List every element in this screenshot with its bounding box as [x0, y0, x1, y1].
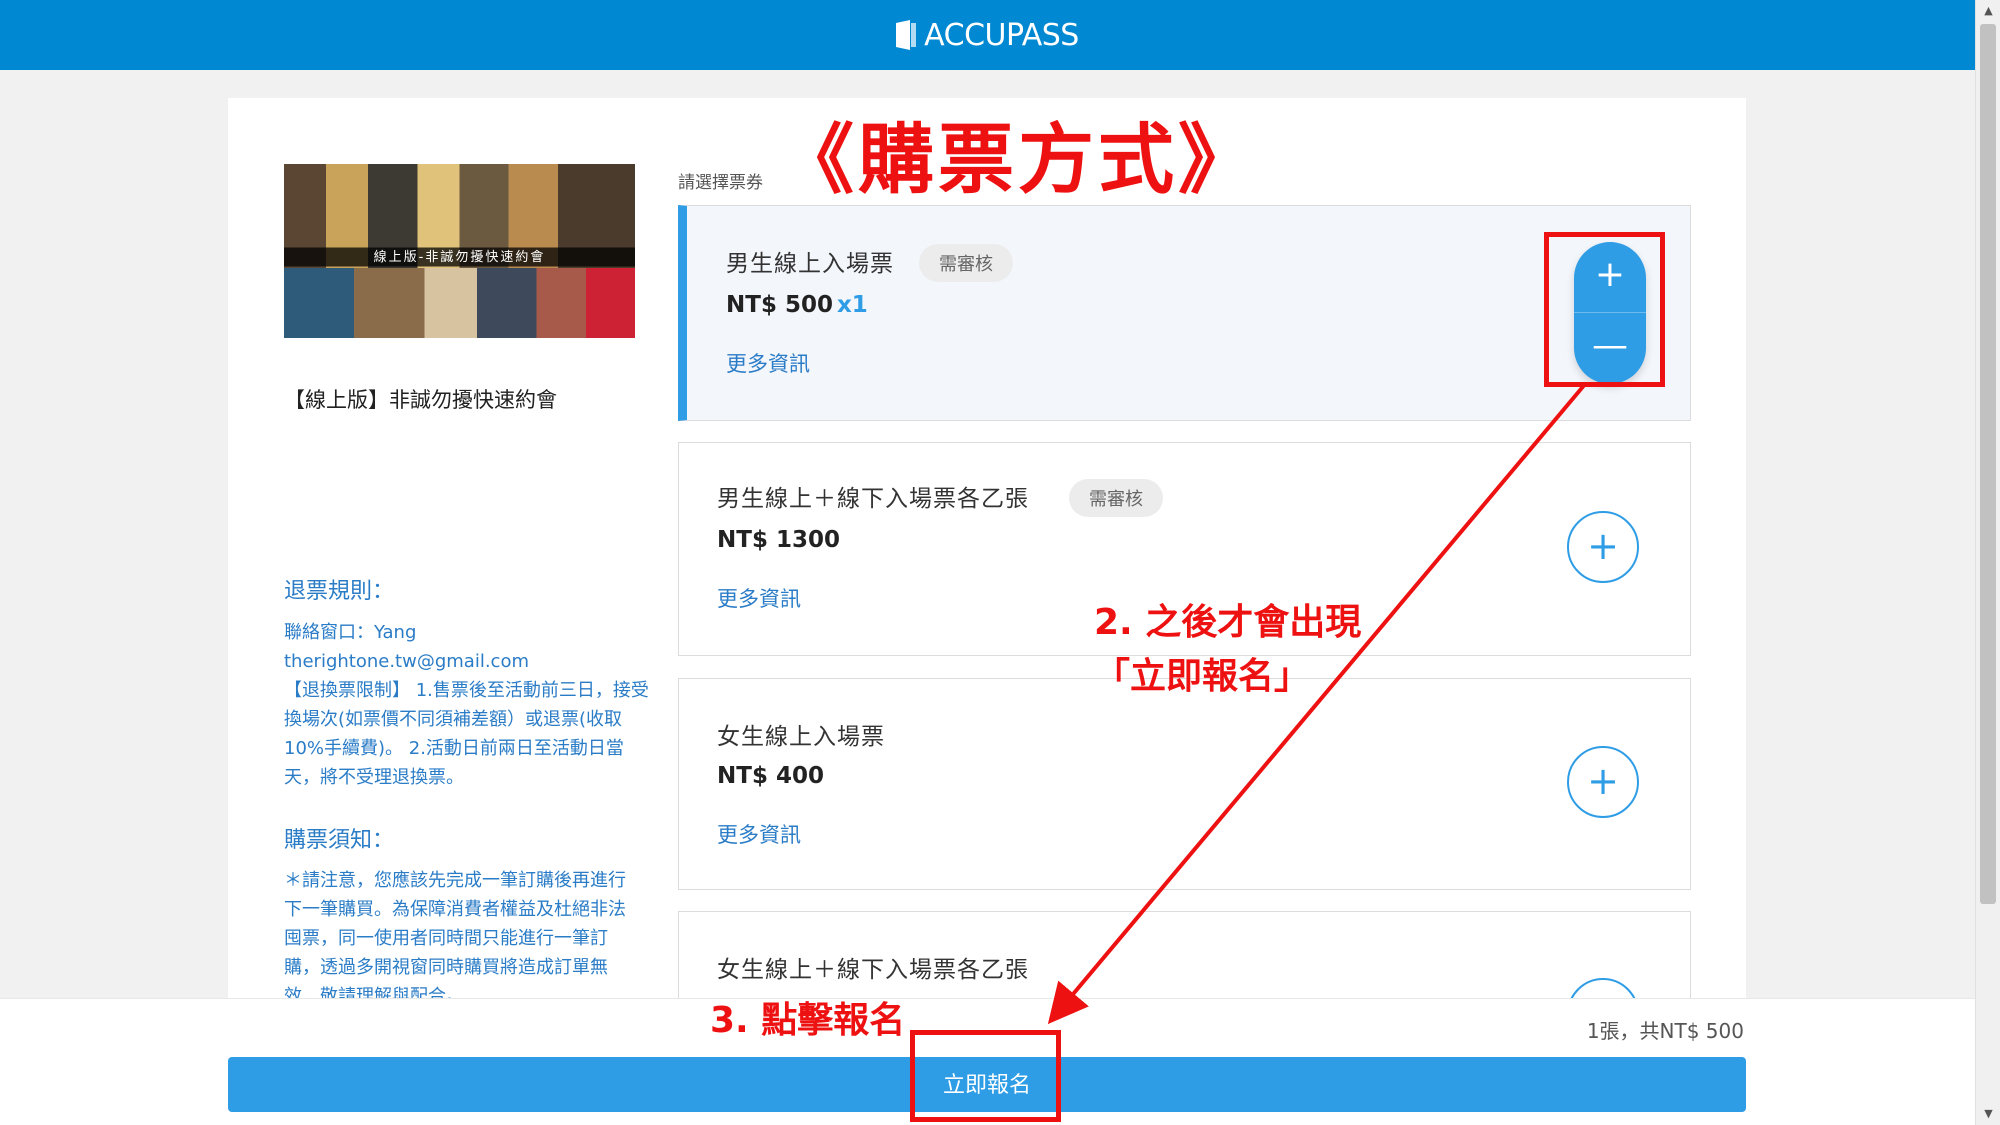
- more-info-link[interactable]: 更多資訊: [717, 583, 801, 613]
- ticket-card-female-online[interactable]: 女生線上入場票 NT$ 400 更多資訊 +: [678, 678, 1691, 890]
- add-ticket-plus-icon[interactable]: +: [1567, 511, 1639, 583]
- accupass-logo-icon: [896, 20, 917, 50]
- top-bar: ACCUPASS: [0, 0, 1975, 70]
- ticket-price: NT$ 400: [717, 763, 824, 789]
- add-ticket-plus-icon[interactable]: +: [1567, 978, 1639, 998]
- refund-contact: 聯絡窗口：Yang: [284, 622, 417, 643]
- review-badge: 需審核: [1069, 479, 1163, 517]
- ticket-name: 男生線上＋線下入場票各乙張: [717, 486, 1029, 512]
- annotation-title: 《購票方式》: [778, 115, 1258, 204]
- highlight-box-stepper: [1544, 232, 1665, 387]
- order-summary: 1張，共NT$ 500: [1586, 1019, 1744, 1043]
- ticket-card-female-online-offline[interactable]: 女生線上＋線下入場票各乙張 +: [678, 911, 1691, 998]
- ticket-name: 女生線上入場票: [717, 724, 885, 750]
- scroll-thumb[interactable]: [1980, 24, 1996, 904]
- scroll-up-arrow-icon[interactable]: ▲: [1976, 0, 2000, 22]
- ticket-price: NT$ 500 x1: [726, 292, 868, 318]
- refund-policy: 【退換票限制】 1.售票後至活動前三日，接受換場次(如票價不同須補差額）或退票(…: [284, 680, 649, 788]
- more-info-link[interactable]: 更多資訊: [726, 348, 810, 378]
- highlight-box-register: [910, 1030, 1061, 1122]
- event-cover-image: 線上版-非誠勿擾快速約會: [284, 164, 635, 338]
- event-title: 【線上版】非誠勿擾快速約會: [284, 388, 557, 412]
- accupass-logo[interactable]: ACCUPASS: [896, 18, 1079, 53]
- ticket-name: 男生線上入場票: [726, 251, 894, 277]
- refund-email: therightone.tw@gmail.com: [284, 651, 529, 672]
- ticket-quantity: x1: [836, 292, 868, 318]
- add-ticket-plus-icon[interactable]: +: [1567, 746, 1639, 818]
- annotation-step2: 2. 之後才會出現 「立即報名」: [1094, 602, 1362, 697]
- refund-rules-body: 聯絡窗口：Yang therightone.tw@gmail.com 【退換票限…: [284, 618, 649, 792]
- purchase-notice-heading: 購票須知：: [284, 828, 395, 853]
- event-image-banner: 線上版-非誠勿擾快速約會: [373, 250, 546, 265]
- main-panel: 線上版-非誠勿擾快速約會 【線上版】非誠勿擾快速約會 退票規則： 聯絡窗口：Ya…: [228, 98, 1746, 998]
- select-ticket-label: 請選擇票券: [678, 173, 763, 193]
- annotation-step3: 3. 點擊報名: [710, 1000, 906, 1041]
- scroll-down-arrow-icon[interactable]: ▼: [1976, 1103, 2000, 1125]
- purchase-notice-body: ＊請注意，您應該先完成一筆訂購後再進行下一筆購買。為保障消費者權益及杜絕非法囤票…: [284, 870, 626, 998]
- page-scrollbar[interactable]: ▲ ▼: [1975, 0, 2000, 1125]
- ticket-name: 女生線上＋線下入場票各乙張: [717, 957, 1029, 983]
- ticket-price: NT$ 1300: [717, 527, 840, 553]
- more-info-link[interactable]: 更多資訊: [717, 819, 801, 849]
- ticket-card-male-online[interactable]: 男生線上入場票 需審核 NT$ 500 x1 更多資訊 + —: [678, 205, 1691, 421]
- review-badge: 需審核: [919, 244, 1013, 282]
- brand-name: ACCUPASS: [924, 17, 1079, 53]
- refund-rules-heading: 退票規則：: [284, 579, 395, 604]
